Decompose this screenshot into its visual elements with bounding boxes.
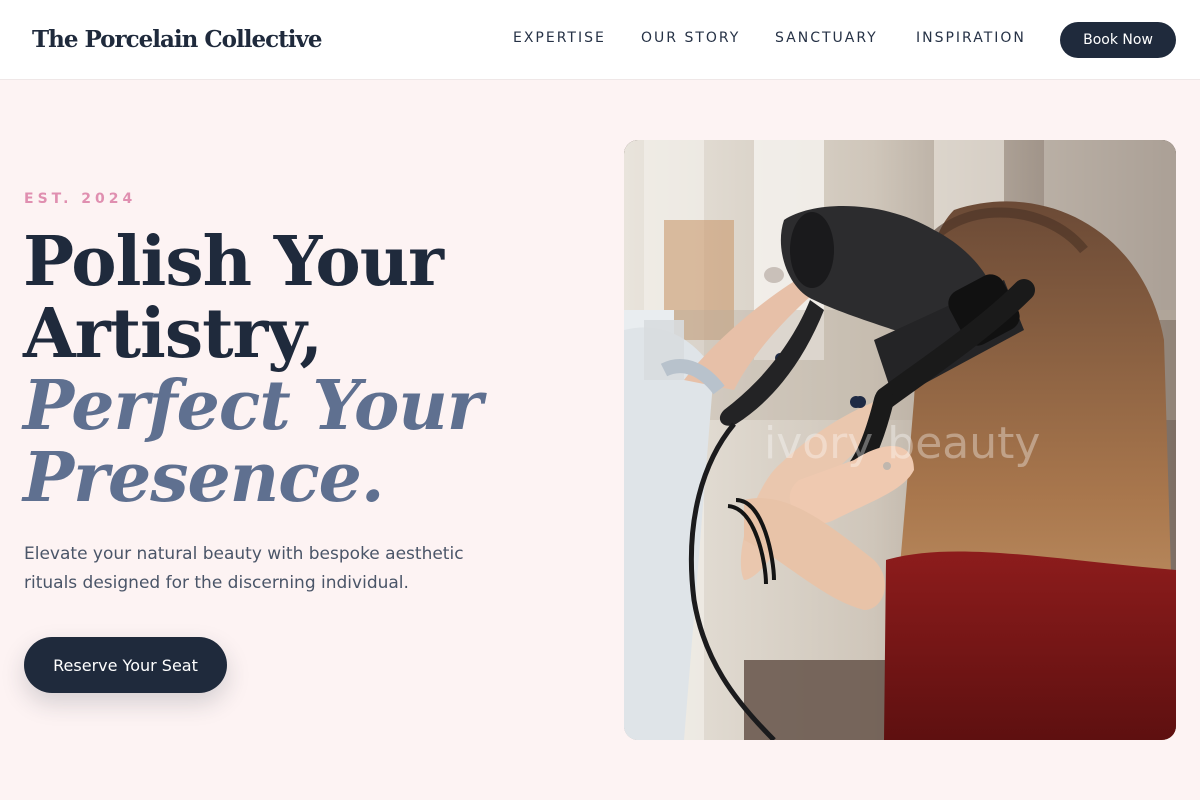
- book-now-button[interactable]: Book Now: [1060, 22, 1176, 58]
- established-label: EST. 2024: [24, 191, 137, 207]
- brand-logo[interactable]: The Porcelain Collective: [32, 26, 322, 53]
- nav-link-sanctuary[interactable]: SANCTUARY: [775, 30, 878, 46]
- nav-link-our-story[interactable]: OUR STORY: [641, 30, 740, 46]
- hero-subtext: Elevate your natural beauty with bespoke…: [24, 544, 464, 593]
- site-header: The Porcelain Collective EXPERTISE OUR S…: [0, 0, 1200, 80]
- reserve-seat-button[interactable]: Reserve Your Seat: [24, 637, 227, 693]
- hero-photo-hair-styling: ivory beauty: [624, 140, 1176, 740]
- headline-line-1: Polish Your: [23, 222, 444, 302]
- nav-link-expertise[interactable]: EXPERTISE: [513, 30, 606, 46]
- hero-headline: Polish Your Artistry, Perfect Your Prese…: [23, 222, 483, 518]
- image-watermark: ivory beauty: [764, 418, 1041, 469]
- headline-line-2: Artistry,: [23, 294, 323, 374]
- headline-line-4: Presence.: [23, 438, 385, 518]
- headline-line-3: Perfect Your: [23, 366, 483, 446]
- nav-link-inspiration[interactable]: INSPIRATION: [916, 30, 1026, 46]
